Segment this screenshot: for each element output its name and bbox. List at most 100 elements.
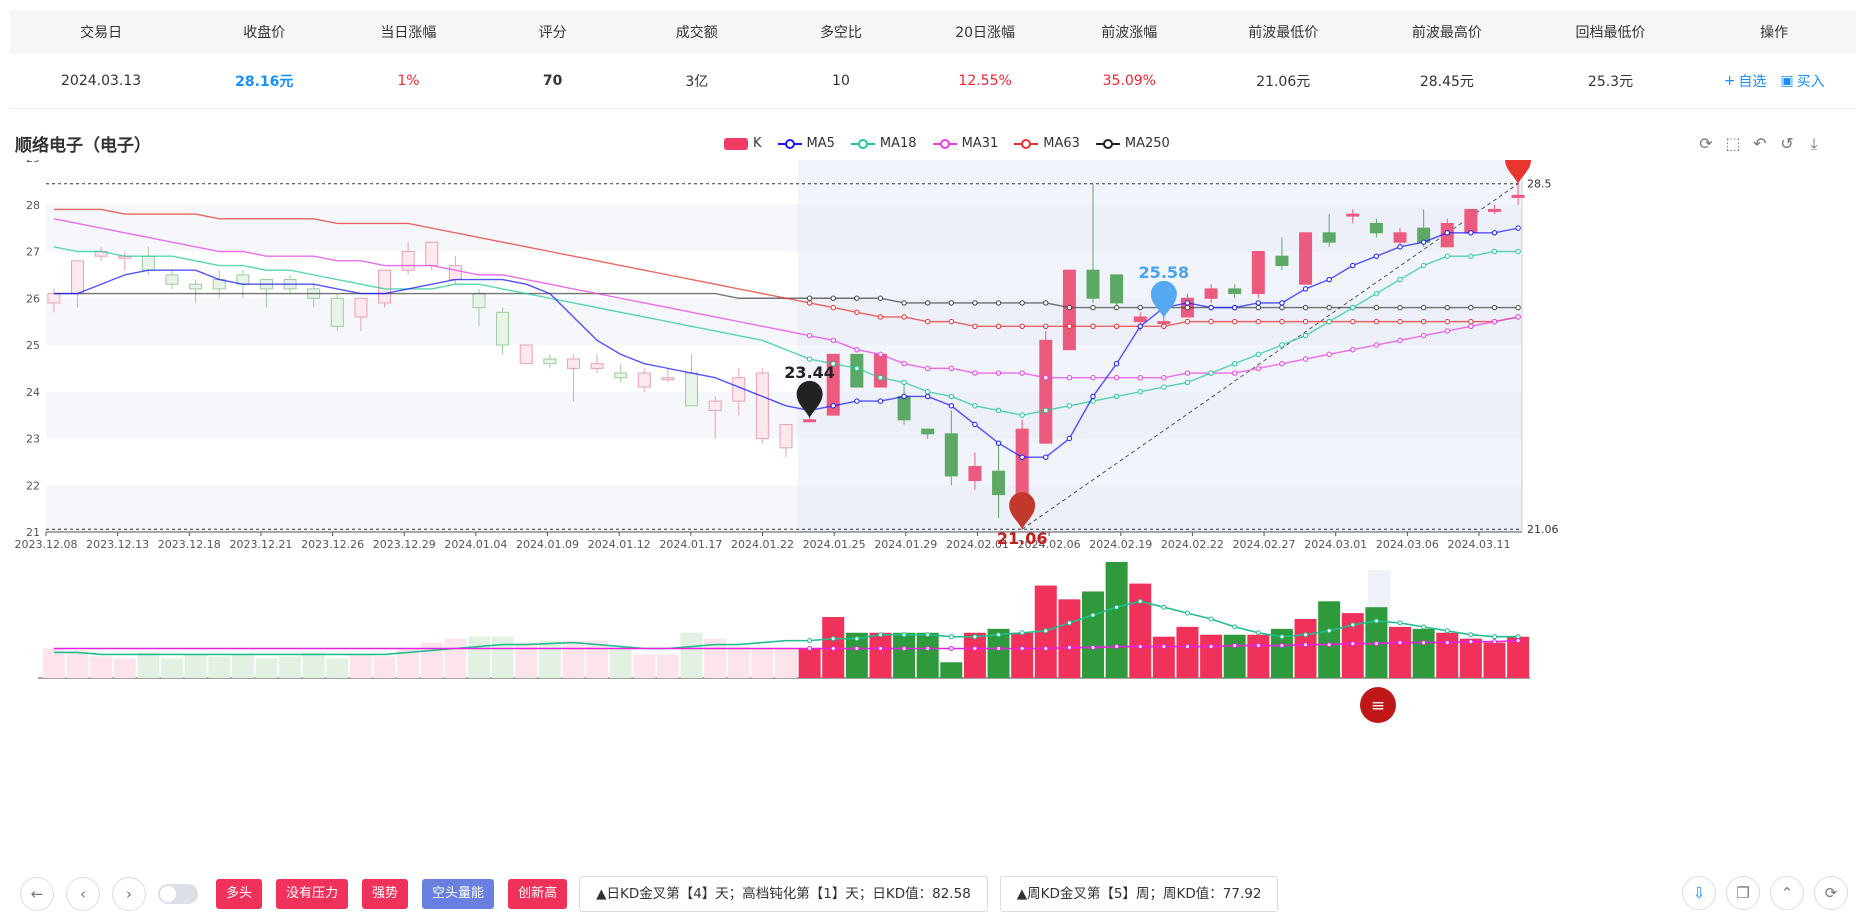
candle-body[interactable] bbox=[708, 400, 722, 411]
volume-bar[interactable] bbox=[680, 632, 703, 678]
candle-body[interactable] bbox=[71, 260, 85, 295]
volume-bar[interactable] bbox=[491, 636, 514, 678]
volume-bar[interactable] bbox=[751, 648, 774, 679]
candle-body[interactable] bbox=[330, 297, 344, 327]
volume-bar[interactable] bbox=[609, 648, 632, 679]
signal-tag[interactable]: 创新高 bbox=[508, 879, 568, 909]
candle-body[interactable] bbox=[755, 372, 769, 439]
zoom-reset-icon[interactable]: ↶ bbox=[1750, 134, 1770, 154]
candle-body[interactable] bbox=[590, 363, 604, 369]
candle-body[interactable] bbox=[1322, 232, 1336, 243]
volume-bar[interactable] bbox=[963, 632, 986, 678]
candle-body[interactable] bbox=[661, 377, 675, 381]
add-watchlist-button[interactable]: + 自选 bbox=[1724, 71, 1767, 91]
candle-body[interactable] bbox=[1369, 222, 1383, 234]
volume-bar[interactable] bbox=[1318, 601, 1341, 678]
candle-body[interactable] bbox=[448, 265, 462, 281]
prev-icon[interactable]: ‹ bbox=[66, 877, 100, 911]
candle-body[interactable] bbox=[1228, 288, 1242, 295]
volume-bar[interactable] bbox=[1011, 632, 1034, 678]
candle-body[interactable] bbox=[141, 255, 155, 271]
download-icon[interactable]: ⇩ bbox=[1682, 876, 1716, 910]
volume-bar[interactable] bbox=[302, 652, 325, 678]
candle-body[interactable] bbox=[803, 419, 817, 423]
kline-chart[interactable]: 2122232425262728292023.12.082023.12.1320… bbox=[0, 160, 1866, 860]
candle-body[interactable] bbox=[401, 251, 415, 271]
volume-bar[interactable] bbox=[869, 632, 892, 678]
volume-bar[interactable] bbox=[66, 650, 89, 678]
candle-body[interactable] bbox=[1039, 339, 1053, 444]
volume-bar[interactable] bbox=[255, 658, 278, 678]
candle-body[interactable] bbox=[519, 344, 533, 365]
candle-body[interactable] bbox=[1157, 321, 1171, 325]
candle-body[interactable] bbox=[566, 358, 580, 369]
volume-bar[interactable] bbox=[1294, 619, 1317, 678]
candle-body[interactable] bbox=[921, 428, 935, 435]
candle-body[interactable] bbox=[992, 470, 1006, 496]
volume-bar[interactable] bbox=[1389, 626, 1412, 678]
restore-icon[interactable]: ↺ bbox=[1777, 134, 1797, 154]
next-icon[interactable]: › bbox=[112, 877, 146, 911]
volume-bar[interactable] bbox=[326, 658, 349, 678]
zoom-select-icon[interactable]: ⬚ bbox=[1723, 134, 1743, 154]
candle-body[interactable] bbox=[779, 423, 793, 449]
candle-body[interactable] bbox=[1346, 213, 1360, 217]
candle-body[interactable] bbox=[1086, 269, 1100, 299]
legend-item[interactable]: MA18 bbox=[850, 136, 917, 151]
candle-body[interactable] bbox=[47, 293, 61, 304]
volume-bar[interactable] bbox=[1223, 634, 1246, 678]
volume-bar[interactable] bbox=[727, 646, 750, 678]
legend-item[interactable]: MA5 bbox=[777, 136, 835, 151]
candle-body[interactable] bbox=[189, 283, 203, 290]
candle-body[interactable] bbox=[637, 372, 651, 388]
volume-bar[interactable] bbox=[1459, 638, 1482, 678]
volume-bar[interactable] bbox=[1105, 561, 1128, 678]
candle-body[interactable] bbox=[543, 358, 557, 365]
candle-body[interactable] bbox=[614, 372, 628, 379]
candle-body[interactable] bbox=[873, 353, 887, 388]
volume-bar[interactable] bbox=[798, 648, 821, 679]
volume-bar[interactable] bbox=[113, 658, 136, 678]
volume-bar[interactable] bbox=[137, 652, 160, 678]
candle-body[interactable] bbox=[1464, 208, 1478, 234]
volume-bar[interactable] bbox=[349, 654, 372, 678]
candle-body[interactable] bbox=[1110, 274, 1124, 304]
volume-bar[interactable] bbox=[775, 648, 797, 679]
legend-item[interactable]: MA31 bbox=[932, 136, 998, 151]
volume-bar[interactable] bbox=[1176, 626, 1199, 678]
signal-tag[interactable]: 空头量能 bbox=[422, 879, 495, 909]
volume-bar[interactable] bbox=[562, 640, 585, 678]
volume-bar[interactable] bbox=[940, 662, 963, 678]
volume-bar[interactable] bbox=[1436, 632, 1459, 678]
refresh-icon[interactable]: ⟳ bbox=[1696, 134, 1716, 154]
legend-item[interactable]: MA63 bbox=[1014, 136, 1080, 151]
candle-body[interactable] bbox=[1511, 194, 1525, 198]
volume-bar[interactable] bbox=[1058, 599, 1081, 678]
candle-body[interactable] bbox=[1487, 208, 1501, 212]
volume-bar[interactable] bbox=[444, 638, 467, 678]
volume-bar[interactable] bbox=[1082, 591, 1105, 678]
scroll-top-icon[interactable]: ⌃ bbox=[1770, 876, 1804, 910]
candle-body[interactable] bbox=[1251, 251, 1265, 295]
candle-body[interactable] bbox=[165, 274, 179, 285]
volume-bar[interactable] bbox=[538, 640, 561, 678]
candle-body[interactable] bbox=[944, 433, 958, 477]
volume-bar[interactable] bbox=[633, 654, 656, 678]
volume-bar[interactable] bbox=[1200, 634, 1223, 678]
signal-tag[interactable]: 多头 bbox=[216, 879, 263, 909]
copy-icon[interactable]: ❐ bbox=[1726, 876, 1760, 910]
volume-bar[interactable] bbox=[279, 656, 302, 678]
legend-item[interactable]: MA250 bbox=[1095, 136, 1170, 151]
candle-body[interactable] bbox=[496, 311, 510, 346]
volume-bar[interactable] bbox=[893, 632, 916, 678]
volume-bar[interactable] bbox=[231, 654, 254, 678]
candle-body[interactable] bbox=[425, 241, 439, 267]
volume-bar[interactable] bbox=[373, 656, 396, 678]
volume-bar[interactable] bbox=[1129, 583, 1152, 678]
volume-bar[interactable] bbox=[1412, 628, 1435, 678]
legend-item[interactable]: K bbox=[724, 136, 762, 151]
candle-body[interactable] bbox=[968, 466, 982, 482]
mode-toggle[interactable] bbox=[158, 884, 198, 904]
volume-bar[interactable] bbox=[208, 656, 231, 678]
volume-bar[interactable] bbox=[160, 658, 183, 678]
